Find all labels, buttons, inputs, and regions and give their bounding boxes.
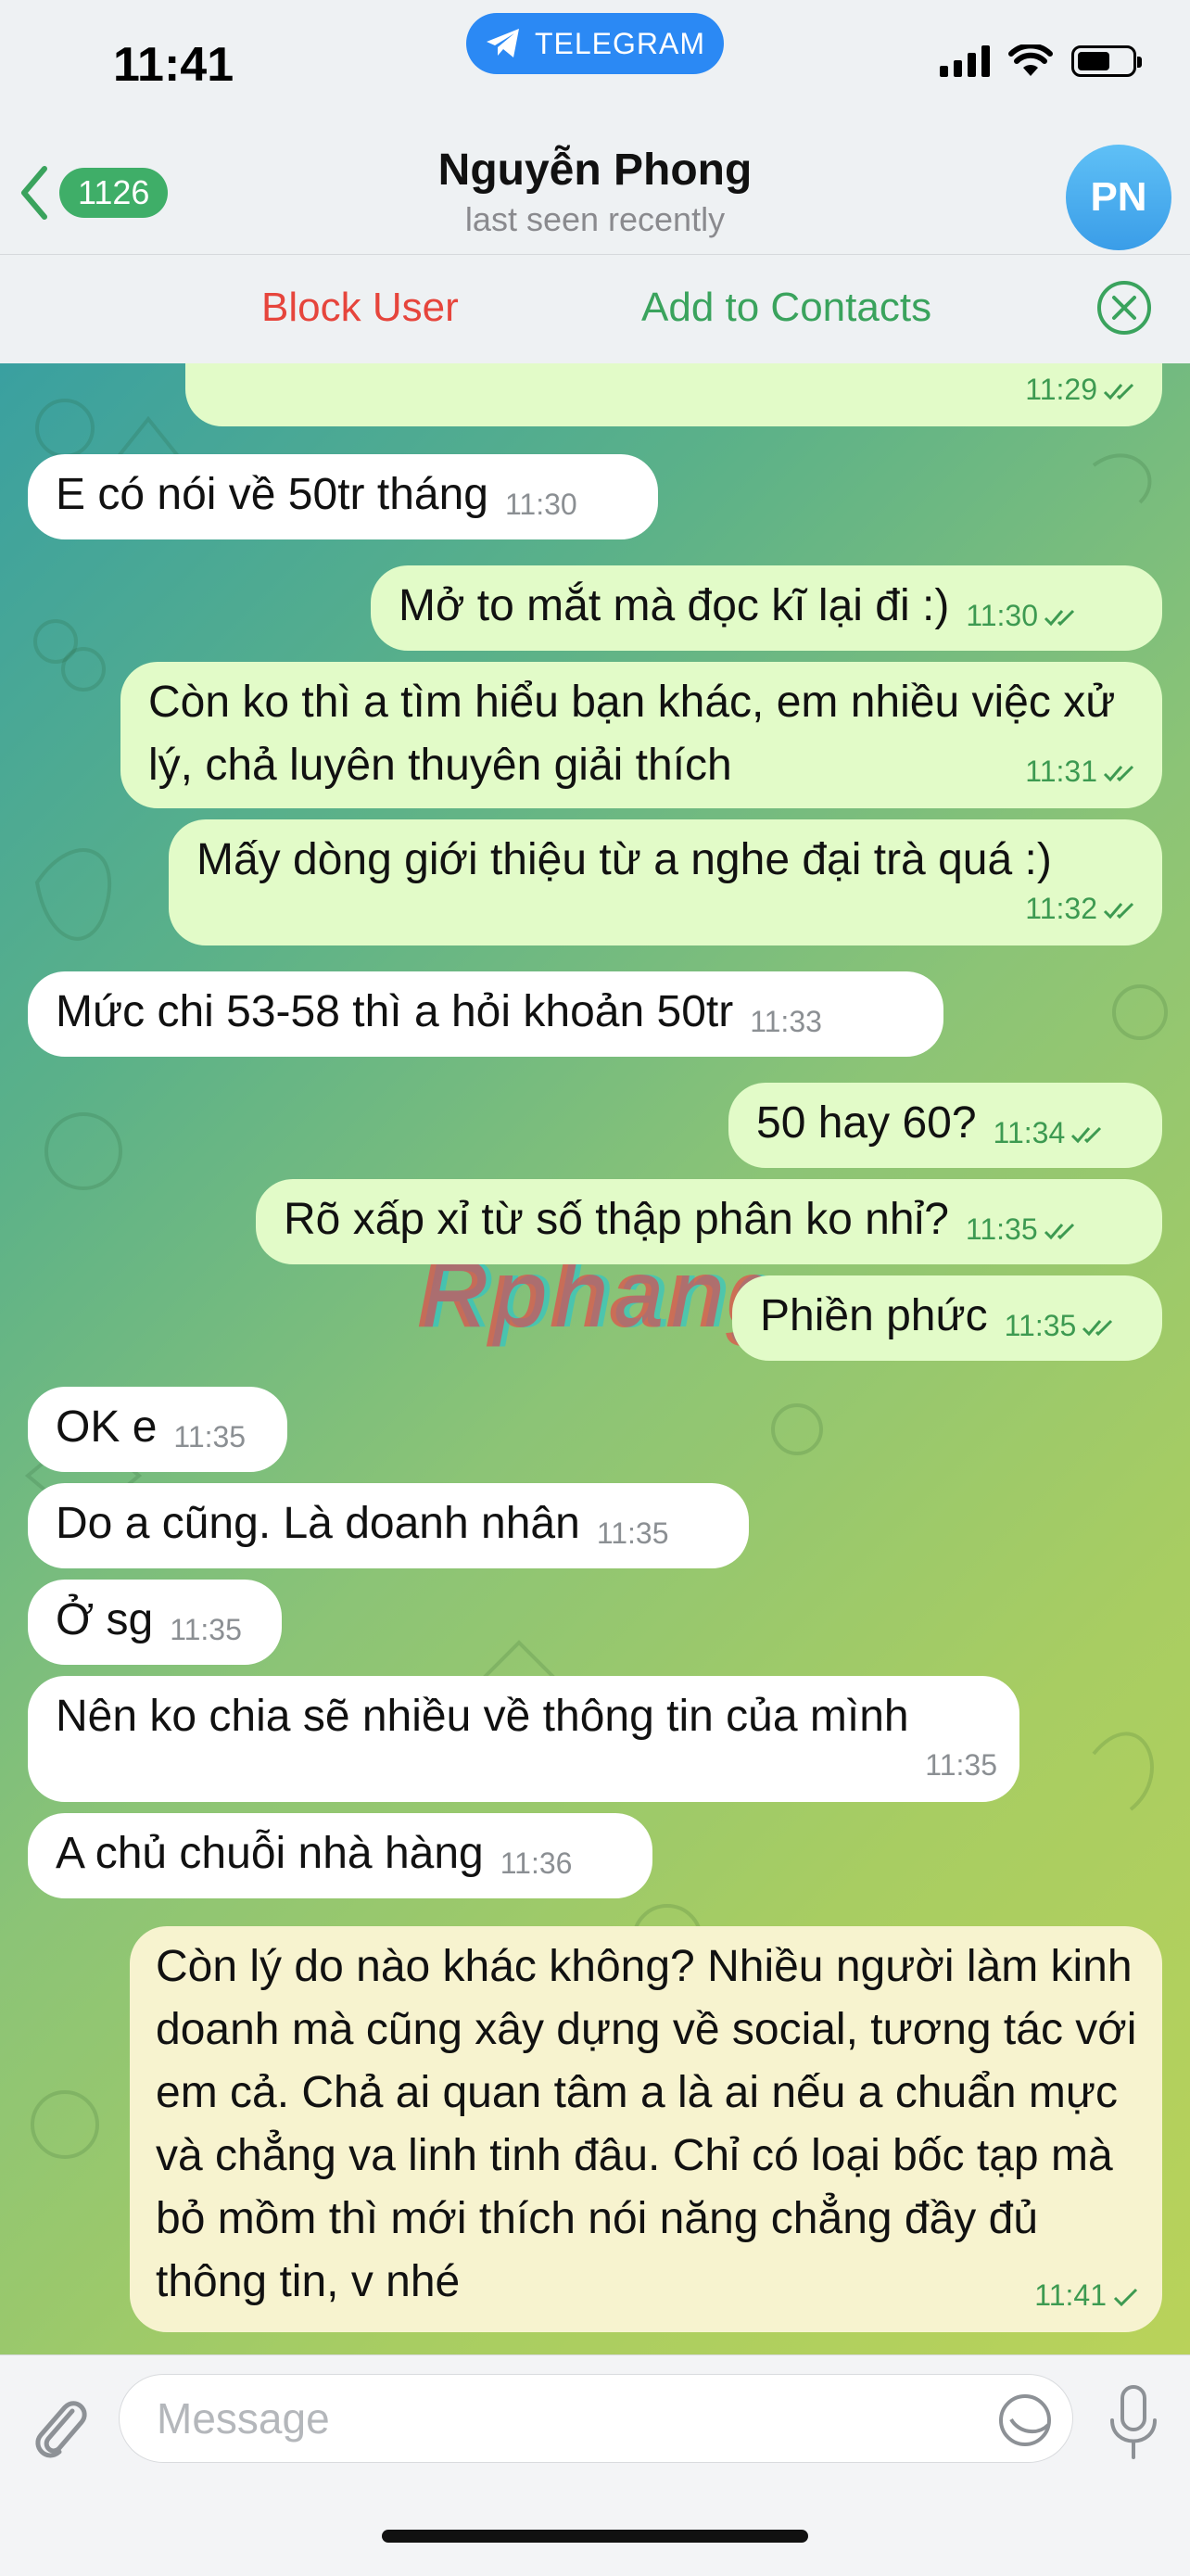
message-text: 50 hay 60? xyxy=(756,1098,977,1148)
message-text: Phiền phức xyxy=(760,1291,988,1340)
message-input[interactable] xyxy=(155,2392,993,2445)
message-time: 11:35 xyxy=(596,1516,669,1550)
message-bubble-outgoing[interactable]: Phiền phức 11:35 xyxy=(732,1275,1162,1361)
avatar[interactable]: PN xyxy=(1066,145,1171,250)
message-list[interactable]: Rphang 11:29 E có nói về 50tr tháng 11:30… xyxy=(0,363,1190,2354)
message-time: 11:30 xyxy=(504,488,577,521)
sticker-icon[interactable] xyxy=(996,2392,1054,2449)
status-time: 11:41 xyxy=(113,38,234,92)
message-text: Rõ xấp xỉ từ số thập phân ko nhỉ? xyxy=(284,1195,949,1244)
message-bubble-incoming[interactable]: Mức chi 53-58 thì a hỏi khoản 50tr 11:33 xyxy=(28,971,943,1057)
message-bubble-outgoing[interactable]: Còn lý do nào khác không? Nhiều người là… xyxy=(130,1926,1162,2332)
message-text: Mở to mắt mà đọc kĩ lại đi :) xyxy=(399,581,950,630)
message-text: Còn ko thì a tìm hiểu bạn khác, em nhiều… xyxy=(148,678,1116,790)
battery-icon xyxy=(1071,45,1142,77)
microphone-icon[interactable] xyxy=(1105,2383,1162,2461)
double-check-icon xyxy=(1044,1223,1074,1240)
block-user-button[interactable]: Block User xyxy=(261,285,459,331)
message-time: 11:36 xyxy=(500,1846,573,1880)
contact-name[interactable]: Nguyễn Phong xyxy=(0,145,1190,196)
message-time: 11:33 xyxy=(750,1005,822,1038)
message-time: 11:35 xyxy=(1004,1309,1077,1342)
double-check-icon xyxy=(1082,1319,1113,1337)
chat-header: 1126 Nguyễn Phong last seen recently PN xyxy=(0,139,1190,254)
home-indicator xyxy=(382,2530,808,2543)
double-check-icon xyxy=(1103,383,1134,400)
message-time: 11:35 xyxy=(925,1748,997,1782)
double-check-icon xyxy=(1103,765,1134,782)
message-bubble-outgoing[interactable]: Còn ko thì a tìm hiểu bạn khác, em nhiều… xyxy=(120,662,1162,808)
message-text: Mấy dòng giới thiệu từ a nghe đại trà qu… xyxy=(196,835,1052,884)
message-time: 11:35 xyxy=(173,1420,247,1453)
message-bubble-incoming[interactable]: Do a cũng. Là doanh nhân 11:35 xyxy=(28,1483,749,1568)
message-text: Mức chi 53-58 thì a hỏi khoản 50tr xyxy=(56,987,734,1036)
telegram-icon xyxy=(486,29,519,57)
message-text: Còn lý do nào khác không? Nhiều người là… xyxy=(156,1942,1137,2306)
add-to-contacts-button[interactable]: Add to Contacts xyxy=(641,285,931,331)
message-field[interactable] xyxy=(119,2374,1073,2463)
message-text: Ở sg xyxy=(56,1595,154,1644)
message-time: 11:34 xyxy=(993,1116,1066,1149)
status-bar: 11:41 TELEGRAM xyxy=(0,0,1190,139)
message-bubble-outgoing[interactable]: Rõ xấp xỉ từ số thập phân ko nhỉ? 11:35 xyxy=(256,1179,1162,1264)
message-bubble-incoming[interactable]: OK e 11:35 xyxy=(28,1387,287,1472)
message-bubble-incoming[interactable]: Ở sg 11:35 xyxy=(28,1580,282,1665)
message-time: 11:32 xyxy=(1025,892,1097,925)
message-bubble-outgoing[interactable]: Mở to mắt mà đọc kĩ lại đi :) 11:30 xyxy=(371,565,1162,651)
message-time: 11:29 xyxy=(1025,373,1097,406)
message-bubble-outgoing[interactable]: Mấy dòng giới thiệu từ a nghe đại trà qu… xyxy=(169,819,1162,945)
telegram-pill[interactable]: TELEGRAM xyxy=(466,13,724,74)
contact-status: last seen recently xyxy=(464,200,726,238)
message-time: 11:35 xyxy=(965,1212,1038,1246)
single-check-icon xyxy=(1113,2288,1138,2307)
message-input-bar xyxy=(0,2354,1190,2576)
message-time: 11:35 xyxy=(170,1613,242,1646)
message-bubble-incoming[interactable]: A chủ chuỗi nhà hàng 11:36 xyxy=(28,1813,652,1898)
wifi-icon xyxy=(1008,44,1053,76)
message-bubble-outgoing[interactable]: 11:29 xyxy=(185,363,1162,426)
message-text: A chủ chuỗi nhà hàng xyxy=(56,1829,484,1878)
message-time: 11:30 xyxy=(966,599,1039,632)
double-check-icon xyxy=(1103,902,1134,920)
message-bubble-incoming[interactable]: Nên ko chia sẽ nhiều về thông tin của mì… xyxy=(28,1676,1019,1802)
message-text: Do a cũng. Là doanh nhân xyxy=(56,1499,580,1548)
message-bubble-outgoing[interactable]: 50 hay 60? 11:34 xyxy=(728,1083,1162,1168)
double-check-icon xyxy=(1044,609,1075,627)
message-time: 11:41 xyxy=(1034,2278,1107,2312)
message-bubble-incoming[interactable]: E có nói về 50tr tháng 11:30 xyxy=(28,454,658,539)
contact-action-bar: Block User Add to Contacts xyxy=(0,254,1190,364)
message-text: E có nói về 50tr tháng xyxy=(56,470,488,519)
paperclip-icon[interactable] xyxy=(28,2391,93,2465)
message-text: OK e xyxy=(56,1402,158,1452)
double-check-icon xyxy=(1071,1126,1102,1144)
telegram-pill-label: TELEGRAM xyxy=(534,26,706,60)
cellular-signal-icon xyxy=(940,45,990,77)
message-time: 11:31 xyxy=(1025,755,1097,788)
close-icon[interactable] xyxy=(1095,279,1153,336)
message-text: Nên ko chia sẽ nhiều về thông tin của mì… xyxy=(56,1692,909,1741)
